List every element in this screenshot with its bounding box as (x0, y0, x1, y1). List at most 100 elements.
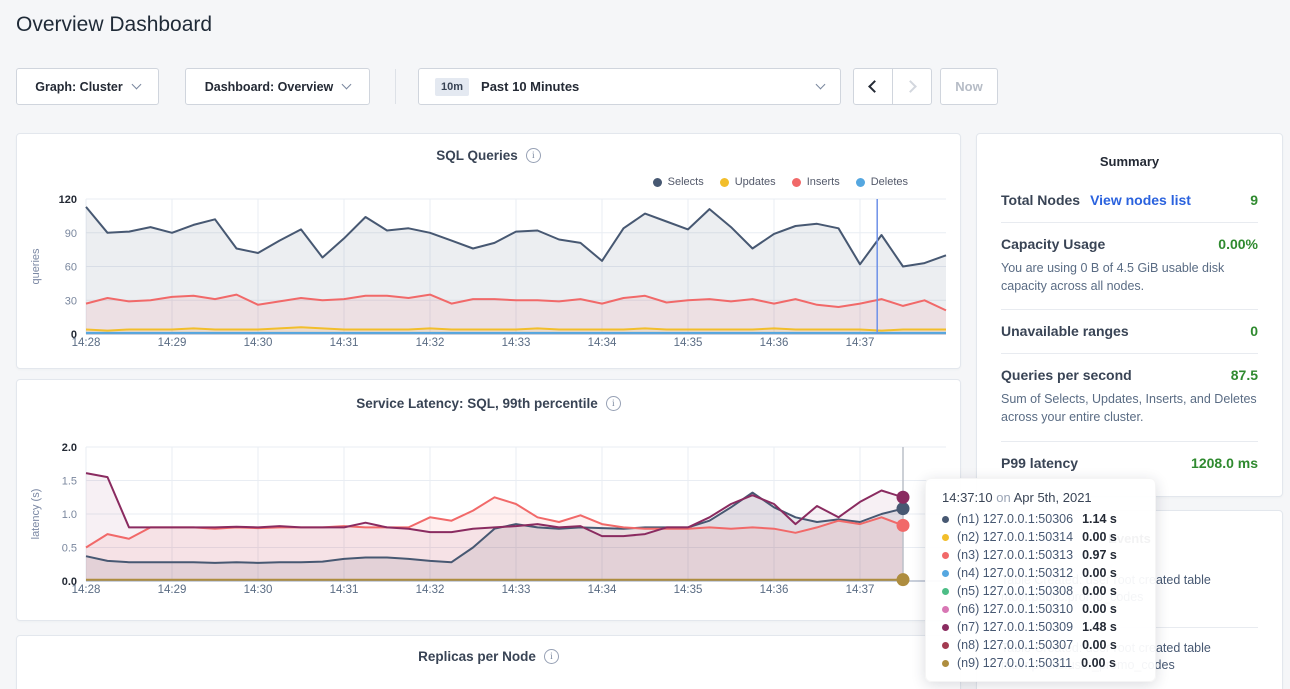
time-range-label: Past 10 Minutes (481, 79, 579, 94)
hover-dot (897, 519, 910, 532)
service-latency-chart[interactable]: 0.00.51.01.52.014:2814:2914:3014:3114:32… (17, 432, 960, 609)
tooltip-node-label: (n2) 127.0.0.1:50314 (957, 530, 1073, 544)
summary-row-line: P99 latency1208.0 ms (1001, 455, 1258, 471)
summary-metric-label: Unavailable ranges (1001, 323, 1129, 339)
tooltip-conj: on (996, 490, 1010, 505)
now-button-label: Now (955, 79, 982, 94)
summary-metric-label: P99 latency (1001, 455, 1078, 471)
svg-text:14:30: 14:30 (244, 584, 273, 596)
legend-dot-icon (792, 178, 801, 187)
tooltip-row: (n7) 127.0.0.1:50309 1.48 s (942, 618, 1139, 636)
node-color-dot-icon (942, 660, 949, 667)
summary-row-line: Capacity Usage 0.00% (1001, 236, 1258, 252)
graph-dropdown-label: Graph: Cluster (35, 80, 123, 94)
next-interval-button[interactable] (892, 69, 931, 104)
overview-dashboard-page: Overview Dashboard Graph: Cluster Dashbo… (0, 0, 1290, 689)
svg-text:14:35: 14:35 (674, 337, 703, 349)
tooltip-node-value: 1.14 s (1082, 512, 1117, 526)
summary-row-line: Unavailable ranges0 (1001, 323, 1258, 339)
latency-chart-tooltip: 14:37:10 on Apr 5th, 2021 (n1) 127.0.0.1… (925, 478, 1156, 682)
time-step-buttons (853, 68, 932, 105)
chevron-down-icon (131, 80, 141, 90)
graph-dropdown[interactable]: Graph: Cluster (16, 68, 159, 105)
legend-dot-icon (653, 178, 662, 187)
time-range-selector[interactable]: 10m Past 10 Minutes (418, 68, 841, 105)
svg-text:14:30: 14:30 (244, 337, 273, 349)
svg-text:14:29: 14:29 (158, 337, 187, 349)
svg-text:90: 90 (65, 228, 77, 240)
tooltip-node-value: 0.00 s (1082, 638, 1117, 652)
tooltip-row: (n1) 127.0.0.1:50306 1.14 s (942, 510, 1139, 528)
summary-row: Capacity Usage 0.00% You are using 0 B of … (1001, 223, 1258, 310)
summary-header: Summary (1001, 154, 1258, 169)
legend-item-inserts[interactable]: Inserts (792, 176, 840, 188)
tooltip-row: (n5) 127.0.0.1:50308 0.00 s (942, 582, 1139, 600)
svg-text:1.5: 1.5 (62, 476, 77, 488)
node-color-dot-icon (942, 570, 949, 577)
svg-text:2.0: 2.0 (62, 442, 77, 454)
sql-queries-svg[interactable]: 030609012014:2814:2914:3014:3114:3214:33… (17, 192, 960, 358)
toolbar-divider (395, 69, 396, 104)
svg-text:120: 120 (59, 194, 77, 206)
tooltip-node-value: 1.48 s (1082, 620, 1117, 634)
info-icon[interactable] (544, 649, 559, 664)
dashboard-dropdown[interactable]: Dashboard: Overview (185, 68, 370, 105)
info-icon[interactable] (606, 396, 621, 411)
node-color-dot-icon (942, 606, 949, 613)
summary-metric-label: Total Nodes (1001, 192, 1080, 208)
tooltip-row: (n9) 127.0.0.1:503110.00 s (942, 654, 1139, 672)
svg-text:14:33: 14:33 (502, 584, 531, 596)
tooltip-node-label: (n6) 127.0.0.1:50310 (957, 602, 1073, 616)
tooltip-node-value: 0.00 s (1082, 566, 1117, 580)
chart-title: Service Latency: SQL, 99th percentile (356, 396, 598, 411)
summary-metric-value: 0.00% (1218, 236, 1258, 252)
chart-title: Replicas per Node (418, 649, 536, 664)
svg-text:1.0: 1.0 (62, 509, 77, 521)
svg-text:14:31: 14:31 (330, 337, 359, 349)
svg-text:queries: queries (30, 248, 42, 285)
svg-text:14:29: 14:29 (158, 584, 187, 596)
now-button[interactable]: Now (940, 68, 998, 105)
tooltip-node-label: (n7) 127.0.0.1:50309 (957, 620, 1073, 634)
tooltip-node-label: (n1) 127.0.0.1:50306 (957, 512, 1073, 526)
node-color-dot-icon (942, 534, 949, 541)
svg-text:14:37: 14:37 (846, 337, 875, 349)
legend-item-updates[interactable]: Updates (720, 176, 776, 188)
sql-queries-panel: SQL Queries Selects Updates Inserts Deletes… (16, 133, 961, 369)
svg-text:14:33: 14:33 (502, 337, 531, 349)
tooltip-node-label: (n3) 127.0.0.1:50313 (957, 548, 1073, 562)
svg-text:14:37: 14:37 (846, 584, 875, 596)
legend-item-label: Deletes (871, 176, 908, 188)
summary-metric-value: 9 (1250, 192, 1258, 208)
chart-legend: Selects Updates Inserts Deletes (653, 176, 908, 188)
tooltip-node-value: 0.00 s (1082, 584, 1117, 598)
summary-metric-label: Capacity Usage (1001, 236, 1105, 252)
node-color-dot-icon (942, 516, 949, 523)
svg-text:14:32: 14:32 (416, 337, 445, 349)
tooltip-time: 14:37:10 (942, 490, 993, 505)
sql-queries-chart[interactable]: 030609012014:2814:2914:3014:3114:3214:33… (17, 192, 960, 363)
chart-title: SQL Queries (436, 148, 518, 163)
summary-rows: Total Nodes View nodes list 9 Capacity Usag… (1001, 179, 1258, 485)
tooltip-node-value: 0.00 s (1081, 656, 1116, 670)
legend-dot-icon (720, 178, 729, 187)
svg-text:14:34: 14:34 (588, 584, 617, 596)
time-range-badge: 10m (435, 78, 469, 96)
service-latency-svg[interactable]: 0.00.51.01.52.014:2814:2914:3014:3114:32… (17, 432, 960, 604)
prev-interval-button[interactable] (854, 69, 892, 104)
legend-item-selects[interactable]: Selects (653, 176, 704, 188)
dashboard-dropdown-label: Dashboard: Overview (205, 80, 334, 94)
view-nodes-list-link[interactable]: View nodes list (1090, 192, 1191, 208)
info-icon[interactable] (526, 148, 541, 163)
page-title: Overview Dashboard (16, 13, 212, 37)
tooltip-row: (n8) 127.0.0.1:503070.00 s (942, 636, 1139, 654)
legend-item-label: Selects (668, 176, 704, 188)
legend-item-deletes[interactable]: Deletes (856, 176, 908, 188)
svg-text:60: 60 (65, 262, 77, 274)
svg-text:14:36: 14:36 (760, 337, 789, 349)
svg-text:14:32: 14:32 (416, 584, 445, 596)
replicas-per-node-panel: Replicas per Node (16, 635, 961, 689)
tooltip-node-label: (n5) 127.0.0.1:50308 (957, 584, 1073, 598)
summary-metric-description: You are using 0 B of 4.5 GiB usable disk… (1001, 259, 1258, 295)
svg-text:14:28: 14:28 (72, 337, 101, 349)
